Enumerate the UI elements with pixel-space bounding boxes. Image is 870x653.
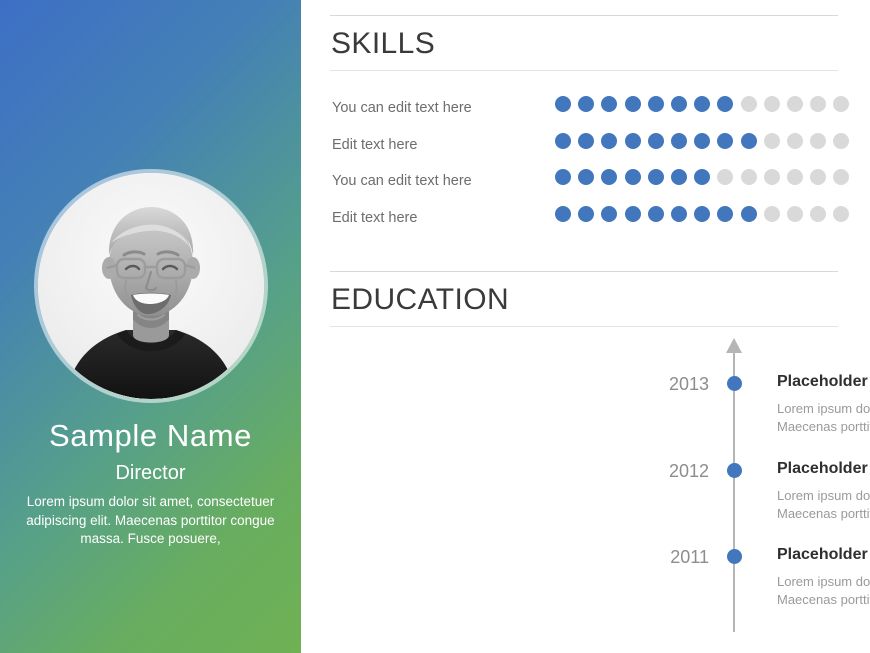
education-rule-bottom <box>330 326 838 327</box>
skill-dot-filled[interactable] <box>624 96 641 112</box>
skill-dot-filled[interactable] <box>717 133 734 149</box>
skill-dot-filled[interactable] <box>578 169 595 185</box>
skill-dot-filled[interactable] <box>670 206 687 222</box>
skill-dot-empty[interactable] <box>786 96 803 112</box>
skill-dot-empty[interactable] <box>833 169 850 185</box>
skill-dot-empty[interactable] <box>786 133 803 149</box>
timeline-year: 2011 <box>670 547 709 567</box>
skill-dot-filled[interactable] <box>601 169 618 185</box>
skill-row: You can edit text here <box>301 169 870 193</box>
skill-rating-dots[interactable] <box>555 169 850 185</box>
timeline-description: Lorem ipsum dolor sit amet, consectetuer… <box>777 488 870 521</box>
skill-dot-filled[interactable] <box>555 133 571 149</box>
skill-dot-empty[interactable] <box>786 206 803 222</box>
skill-dot-filled[interactable] <box>694 169 711 185</box>
timeline-axis <box>733 352 735 632</box>
skill-dot-filled[interactable] <box>647 206 664 222</box>
timeline-description: Lorem ipsum dolor sit amet, consectetuer… <box>777 574 870 607</box>
timeline-year: 2013 <box>668 374 709 394</box>
skill-dot-empty[interactable] <box>810 96 827 112</box>
skill-dot-empty[interactable] <box>763 133 780 149</box>
skill-dot-empty[interactable] <box>810 169 827 185</box>
skill-dot-filled[interactable] <box>647 169 664 185</box>
timeline-arrow-icon <box>726 338 742 353</box>
skill-rating-dots[interactable] <box>555 133 850 149</box>
skill-dot-filled[interactable] <box>740 206 757 222</box>
skills-rule-bottom <box>330 70 838 71</box>
timeline-marker-dot[interactable] <box>727 376 742 391</box>
skills-rule-top <box>330 15 838 16</box>
skill-dot-filled[interactable] <box>670 96 687 112</box>
skill-dot-filled[interactable] <box>694 133 711 149</box>
skill-label: Edit text here <box>332 137 418 153</box>
resume-slide: Sample Name Director Lorem ipsum dolor s… <box>0 0 870 653</box>
skill-rating-dots[interactable] <box>555 206 850 222</box>
skill-row: Edit text here <box>301 206 870 230</box>
skill-dot-filled[interactable] <box>717 206 734 222</box>
skill-dot-empty[interactable] <box>740 96 757 112</box>
skill-label: You can edit text here <box>332 173 472 189</box>
profile-panel: Sample Name Director Lorem ipsum dolor s… <box>0 0 301 653</box>
timeline-title: Placeholder <box>777 373 868 390</box>
skill-dot-filled[interactable] <box>647 133 664 149</box>
page-title: Sample Name <box>48 418 252 453</box>
skill-dot-filled[interactable] <box>578 96 595 112</box>
skill-dot-empty[interactable] <box>763 96 780 112</box>
timeline-description: Lorem ipsum dolor sit amet, consectetuer… <box>777 401 870 434</box>
skill-dot-filled[interactable] <box>740 133 757 149</box>
skill-dot-filled[interactable] <box>601 206 618 222</box>
skill-dot-filled[interactable] <box>670 169 687 185</box>
skill-dot-filled[interactable] <box>555 169 571 185</box>
skill-dot-filled[interactable] <box>578 133 595 149</box>
skill-dot-filled[interactable] <box>717 96 734 112</box>
skill-row: You can edit text here <box>301 96 870 120</box>
skill-dot-empty[interactable] <box>810 206 827 222</box>
skill-dot-empty[interactable] <box>810 133 827 149</box>
skill-dot-empty[interactable] <box>763 206 780 222</box>
skill-label: You can edit text here <box>332 100 472 116</box>
timeline-marker-dot[interactable] <box>727 463 742 478</box>
skill-dot-empty[interactable] <box>833 133 850 149</box>
skill-dot-empty[interactable] <box>717 169 734 185</box>
skill-dot-filled[interactable] <box>601 133 618 149</box>
skill-dot-filled[interactable] <box>670 133 687 149</box>
skills-heading: SKILLS <box>331 27 436 60</box>
skill-dot-filled[interactable] <box>578 206 595 222</box>
skill-dot-filled[interactable] <box>601 96 618 112</box>
skill-dot-empty[interactable] <box>786 169 803 185</box>
avatar <box>38 173 264 399</box>
education-rule-top <box>330 271 838 272</box>
skill-dot-filled[interactable] <box>647 96 664 112</box>
timeline-title: Placeholder <box>777 460 868 477</box>
skill-dot-empty[interactable] <box>833 206 850 222</box>
skill-dot-filled[interactable] <box>624 206 641 222</box>
portrait-photo <box>38 173 264 399</box>
skill-dot-filled[interactable] <box>624 133 641 149</box>
timeline-marker-dot[interactable] <box>727 549 742 564</box>
skill-dot-empty[interactable] <box>833 96 850 112</box>
skill-dot-empty[interactable] <box>763 169 780 185</box>
skill-dot-filled[interactable] <box>694 96 711 112</box>
skill-rating-dots[interactable] <box>555 96 850 112</box>
profile-bio: Lorem ipsum dolor sit amet, consectetuer… <box>26 494 275 546</box>
skill-label: Edit text here <box>332 210 418 226</box>
timeline-year: 2012 <box>668 461 709 481</box>
skill-dot-filled[interactable] <box>694 206 711 222</box>
skill-dot-filled[interactable] <box>555 96 571 112</box>
skill-dot-filled[interactable] <box>624 169 641 185</box>
skill-row: Edit text here <box>301 133 870 157</box>
content-panel: SKILLS You can edit text here Edit text h… <box>301 0 870 653</box>
skill-dot-filled[interactable] <box>555 206 571 222</box>
skill-dot-empty[interactable] <box>740 169 757 185</box>
education-heading: EDUCATION <box>331 283 510 316</box>
timeline-title: Placeholder <box>777 546 868 563</box>
profile-role: Director <box>115 462 186 484</box>
